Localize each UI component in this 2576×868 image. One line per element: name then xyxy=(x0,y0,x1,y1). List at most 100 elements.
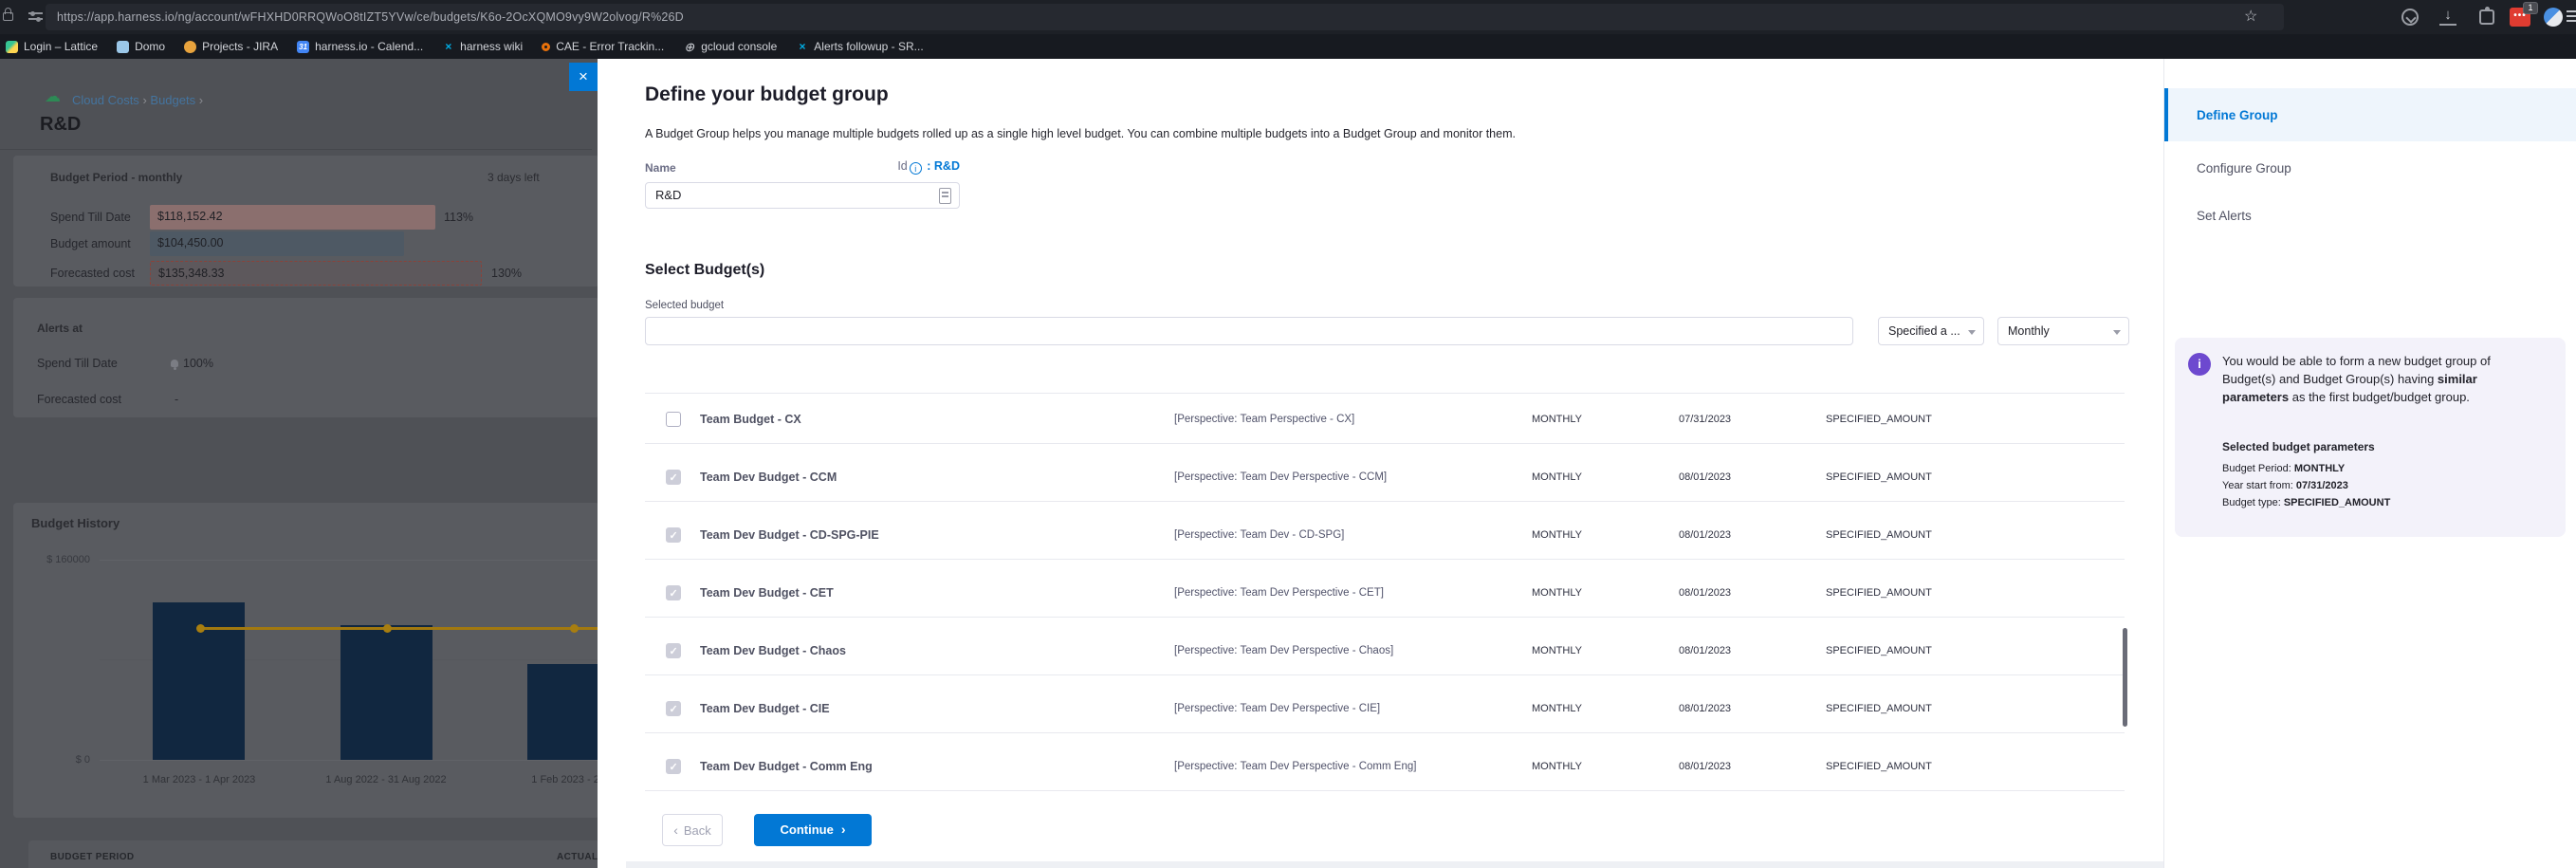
selected-budget-input[interactable] xyxy=(645,317,1853,345)
bookmark-item[interactable]: ×Alerts followup - SR... xyxy=(796,40,923,53)
modal-title: Define your budget group xyxy=(645,83,889,106)
budget-start-date: 08/01/2023 xyxy=(1679,529,1731,541)
budget-row[interactable]: Team Dev Budget - CCM [Perspective: Team… xyxy=(645,452,2125,502)
permissions-icon[interactable] xyxy=(28,12,43,22)
budget-period-column: BUDGET PERIOD xyxy=(50,852,135,862)
selected-budget-label: Selected budget xyxy=(645,300,724,311)
budget-perspective: [Perspective: Team Perspective - CX] xyxy=(1174,414,1354,425)
info-text: You would be able to form a new budget g… xyxy=(2222,352,2540,406)
breadcrumb-cloud-costs[interactable]: Cloud Costs xyxy=(72,93,139,107)
forecasted-cost-label: Forecasted cost xyxy=(50,267,135,280)
calendar-favicon: 31 xyxy=(297,41,309,53)
row-checkbox[interactable] xyxy=(666,759,681,774)
chart-title: Budget History xyxy=(31,516,120,530)
chevron-down-icon xyxy=(1968,330,1976,335)
bookmark-item[interactable]: ×harness wiki xyxy=(442,40,523,53)
bookmark-item[interactable]: ⊕gcloud console xyxy=(683,40,777,53)
spend-till-date-label: Spend Till Date xyxy=(50,211,131,224)
alerts-spend-label: Spend Till Date xyxy=(37,357,118,370)
budget-type: SPECIFIED_AMOUNT xyxy=(1826,761,1932,772)
cae-favicon xyxy=(542,43,550,51)
lattice-favicon xyxy=(6,41,18,53)
select-budgets-heading: Select Budget(s) xyxy=(645,262,764,279)
continue-button[interactable]: Continue› xyxy=(754,814,872,846)
url-text[interactable]: https://app.harness.io/ng/account/wFHXHD… xyxy=(57,0,684,34)
bookmark-item[interactable]: 31harness.io - Calend... xyxy=(297,40,423,53)
budget-type: SPECIFIED_AMOUNT xyxy=(1826,645,1932,656)
alerts-spend-value: 100% xyxy=(171,357,213,370)
actual-cost-bar xyxy=(340,625,432,760)
param-budget-type: Budget type: SPECIFIED_AMOUNT xyxy=(2222,497,2390,508)
budget-period: MONTHLY xyxy=(1532,703,1582,714)
bookmark-item[interactable]: Projects - JIRA xyxy=(184,40,278,53)
budget-start-date: 08/01/2023 xyxy=(1679,703,1731,714)
divider xyxy=(0,149,592,150)
browser-url-bar: https://app.harness.io/ng/account/wFHXHD… xyxy=(0,0,2576,34)
bookmark-star-icon[interactable]: ☆ xyxy=(2244,7,2257,26)
step-configure-group[interactable]: Configure Group xyxy=(2197,161,2291,175)
domo-favicon xyxy=(117,41,129,53)
breadcrumb-budgets[interactable]: Budgets xyxy=(150,93,195,107)
background-page: ☁ Cloud Costs › Budgets › R&D Budget Per… xyxy=(0,59,599,868)
spend-pct: 113% xyxy=(444,211,473,224)
bookmark-item[interactable]: Domo xyxy=(117,40,165,53)
budget-row[interactable]: Team Dev Budget - CET [Perspective: Team… xyxy=(645,568,2125,618)
budget-name: Team Budget - CX xyxy=(700,413,801,426)
budget-period-dropdown[interactable]: Monthly xyxy=(1997,317,2129,345)
row-checkbox[interactable] xyxy=(666,701,681,716)
budget-period: MONTHLY xyxy=(1532,471,1582,483)
budget-row[interactable]: Team Dev Budget - Chaos [Perspective: Te… xyxy=(645,626,2125,675)
info-panel: i You would be able to form a new budget… xyxy=(2175,338,2566,537)
info-icon[interactable]: i xyxy=(910,162,922,175)
modal-description: A Budget Group helps you manage multiple… xyxy=(645,127,1516,140)
name-input[interactable]: R&D xyxy=(645,182,960,209)
step-define-group[interactable]: Define Group xyxy=(2197,108,2278,122)
edit-icon[interactable] xyxy=(939,188,951,204)
alerts-forecast-label: Forecasted cost xyxy=(37,393,121,406)
id-value: R&D xyxy=(934,159,960,173)
budget-line-point xyxy=(196,624,205,633)
bookmark-item[interactable]: Login – Lattice xyxy=(6,40,98,53)
days-left-label: 3 days left xyxy=(488,171,540,184)
budget-row[interactable]: Team Budget - CX [Perspective: Team Pers… xyxy=(645,395,2125,444)
budget-period: MONTHLY xyxy=(1532,414,1582,425)
menu-icon[interactable] xyxy=(2567,10,2576,25)
row-checkbox[interactable] xyxy=(666,470,681,485)
step-set-alerts[interactable]: Set Alerts xyxy=(2197,209,2252,223)
pocket-icon[interactable] xyxy=(2401,9,2419,26)
alerts-forecast-value: - xyxy=(175,393,178,406)
page-title: R&D xyxy=(40,114,81,136)
bookmark-item[interactable]: CAE - Error Trackin... xyxy=(542,40,664,53)
row-checkbox[interactable] xyxy=(666,643,681,658)
gcloud-favicon: ⊕ xyxy=(683,41,695,53)
budget-type: SPECIFIED_AMOUNT xyxy=(1826,703,1932,714)
lock-icon xyxy=(3,12,13,21)
budget-start-date: 08/01/2023 xyxy=(1679,761,1731,772)
x-tick-label: 1 Aug 2022 - 31 Aug 2022 xyxy=(291,774,481,785)
budget-type: SPECIFIED_AMOUNT xyxy=(1826,471,1932,483)
budget-period: MONTHLY xyxy=(1532,761,1582,772)
id-display: Idi : R&D xyxy=(645,159,960,175)
extension-icon[interactable] xyxy=(2479,9,2494,25)
budget-perspective: [Perspective: Team Dev - CD-SPG] xyxy=(1174,529,1344,541)
account-icon[interactable] xyxy=(2544,8,2563,27)
row-checkbox[interactable] xyxy=(666,585,681,600)
budget-start-date: 08/01/2023 xyxy=(1679,471,1731,483)
budget-row[interactable]: Team Dev Budget - CD-SPG-PIE [Perspectiv… xyxy=(645,510,2125,560)
param-budget-period: Budget Period: MONTHLY xyxy=(2222,463,2345,474)
budget-perspective: [Perspective: Team Dev Perspective - Cha… xyxy=(1174,645,1393,656)
close-icon[interactable]: × xyxy=(569,63,598,91)
scrollbar[interactable] xyxy=(2123,628,2127,727)
back-button[interactable]: ‹Back xyxy=(662,814,723,846)
row-checkbox[interactable] xyxy=(666,412,681,427)
budget-row[interactable]: Team Dev Budget - Comm Eng [Perspective:… xyxy=(645,742,2125,791)
budget-perspective: [Perspective: Team Dev Perspective - CIE… xyxy=(1174,703,1380,714)
budget-type-dropdown[interactable]: Specified a ... xyxy=(1878,317,1984,345)
row-checkbox[interactable] xyxy=(666,527,681,543)
info-bubble-icon: i xyxy=(2188,353,2211,376)
downloads-icon[interactable]: ↓ xyxy=(2439,7,2456,26)
actual-column: ACTUAL xyxy=(557,852,598,862)
budget-row[interactable]: Team Dev Budget - CIE [Perspective: Team… xyxy=(645,684,2125,733)
jira-favicon xyxy=(184,41,196,53)
password-manager-badge: 1 xyxy=(2523,2,2538,14)
